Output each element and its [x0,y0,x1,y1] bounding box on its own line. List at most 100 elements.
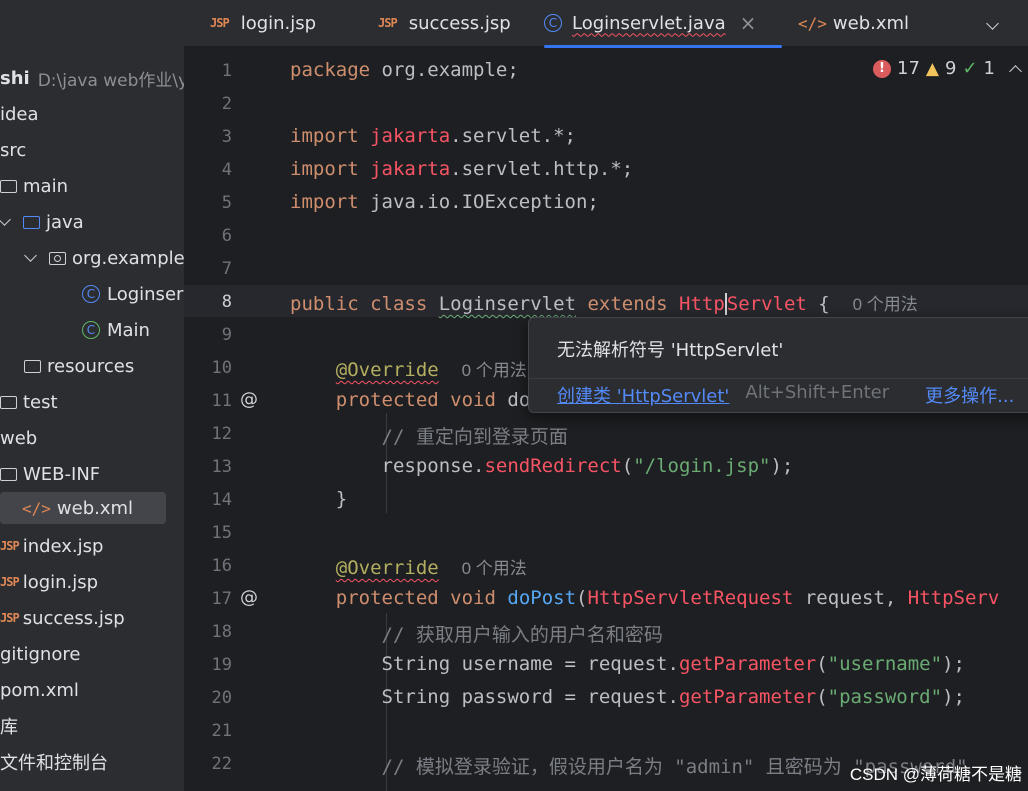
line-number: 14 [211,490,232,510]
create-class-link[interactable]: 创建类 'HttpServlet' [557,382,729,408]
line-number: 15 [211,523,232,543]
line-number: 16 [211,556,232,576]
line-number: 12 [211,424,232,444]
popup-divider [529,378,1028,379]
code-line-17: protected void doPost(HttpServletRequest… [335,587,1000,609]
class-icon: C [82,285,100,303]
code-line-11: protected void do [335,389,531,411]
code-line-8: public class Loginservlet extends Http Se… [290,293,918,315]
tree-item-label: pom.xml [0,679,79,701]
chevron-up-icon[interactable] [1009,65,1022,78]
tree-item-web[interactable]: web [0,422,37,454]
tree-item-resources[interactable]: resources [24,350,134,382]
line-number: 8 [221,292,232,312]
tab-label: web.xml [832,12,910,34]
tree-item-main-class[interactable]: C Main [82,314,150,346]
code-line-19: String username = request.getParameter("… [381,653,965,675]
tab-web-xml[interactable]: </> web.xml [798,0,909,46]
line-number: 6 [221,226,232,246]
more-actions-link[interactable]: 更多操作... [925,382,1014,408]
tree-item-login-jsp[interactable]: JSP login.jsp [0,566,98,598]
tab-login-jsp[interactable]: JSP login.jsp [210,0,316,46]
override-marker-icon[interactable]: @ [240,389,258,410]
code-editor[interactable]: package org.example; import jakarta.serv… [286,53,1028,791]
override-marker-icon[interactable]: @ [240,587,258,608]
tree-item-label: org.example [72,247,184,269]
tab-label: Loginservlet.java [572,12,726,34]
line-number: 21 [211,721,232,741]
tree-item-scratches[interactable]: 文件和控制台 [0,746,108,778]
tree-item-label: web.xml [56,497,134,519]
usage-hint[interactable]: 0 个用法 [462,559,527,578]
line-number: 17 [211,589,232,609]
tree-item-label: idea [0,103,39,125]
tree-item-org-example[interactable]: org.example [24,242,184,274]
runnable-class-icon: C [82,321,100,339]
warning-icon: ▲ [925,58,939,79]
error-icon: ! [873,59,892,78]
tree-item-web-inf[interactable]: WEB-INF [0,458,100,490]
tree-item-web-xml[interactable]: </> web.xml [0,492,166,524]
code-line-10: @Override 0 个用法 [335,359,527,381]
tree-item-external-libraries[interactable]: 库 [0,710,18,742]
warning-count: 9 [945,58,957,79]
tree-item-src[interactable]: src [0,134,26,166]
inspections-widget[interactable]: ! 17 ▲ 9 ✓ 1 [873,58,1022,79]
line-number: 3 [221,127,232,147]
xml-file-icon: </> [798,13,827,33]
jsp-file-icon: JSP [0,611,20,625]
line-number: 22 [211,754,232,774]
tree-item-label: index.jsp [22,535,104,557]
tree-item-label: src [0,139,27,161]
line-number: 2 [221,94,232,114]
tree-item-index-jsp[interactable]: JSP index.jsp [0,530,103,562]
code-line-5: import java.io.IOException; [290,191,599,213]
line-number: 19 [211,655,232,675]
tree-item-test[interactable]: test [0,386,58,418]
code-line-16: @Override 0 个用法 [335,557,527,579]
line-number: 20 [211,688,232,708]
tree-item-label: java [46,211,84,233]
tree-item-gitignore[interactable]: gitignore [0,638,80,670]
tree-item-main[interactable]: main [0,170,68,202]
tree-item-label: WEB-INF [23,463,101,485]
tab-list-dropdown[interactable] [986,0,999,46]
project-root[interactable]: shi D:\java web作业\y [0,62,184,94]
tree-item-label: resources [47,355,135,377]
tree-item-label: Loginser [107,283,184,305]
tree-item-loginservlet[interactable]: C Loginser [82,278,183,310]
ok-count: 1 [983,58,995,79]
error-message: 无法解析符号 'HttpServlet' [557,340,784,361]
usage-hint[interactable]: 0 个用法 [853,295,918,314]
error-count: 17 [897,58,920,79]
tree-item-label: gitignore [0,643,81,665]
project-root-path: D:\java web作业\y [37,70,184,91]
line-number: 10 [211,358,232,378]
line-number: 1 [221,61,232,81]
tree-item-label: test [23,391,58,413]
source-folder-icon [23,215,40,229]
editor-gutter: 1 2 3 4 5 6 7 8 9 10 11 @ 12 13 14 15 16… [184,53,286,791]
close-icon[interactable]: × [740,11,757,35]
jsp-file-icon: JSP [378,16,398,30]
check-icon: ✓ [962,58,978,79]
resources-folder-icon [24,359,41,373]
tree-item-success-jsp[interactable]: JSP success.jsp [0,602,125,634]
tab-success-jsp[interactable]: JSP success.jsp [378,0,511,46]
code-line-18: // 获取用户输入的用户名和密码 [381,624,663,646]
tree-item-java[interactable]: java [0,206,84,238]
line-number: 18 [211,622,232,642]
usage-hint[interactable]: 0 个用法 [462,361,527,380]
error-tooltip-popup: 无法解析符号 'HttpServlet' 创建类 'HttpServlet' A… [528,317,1028,413]
chevron-down-icon[interactable] [24,248,37,262]
tab-loginservlet-java[interactable]: C Loginservlet.java × [544,0,782,48]
project-root-name: shi [0,67,30,89]
tree-item-pom-xml[interactable]: pom.xml [0,674,79,706]
tab-label: login.jsp [240,12,317,34]
class-icon: C [544,14,562,32]
package-icon [49,251,66,265]
watermark: CSDN @薄荷糖不是糖 [849,765,1022,784]
tree-item-idea[interactable]: idea [0,98,39,130]
chevron-down-icon[interactable] [0,212,11,226]
jsp-file-icon: JSP [0,575,20,589]
